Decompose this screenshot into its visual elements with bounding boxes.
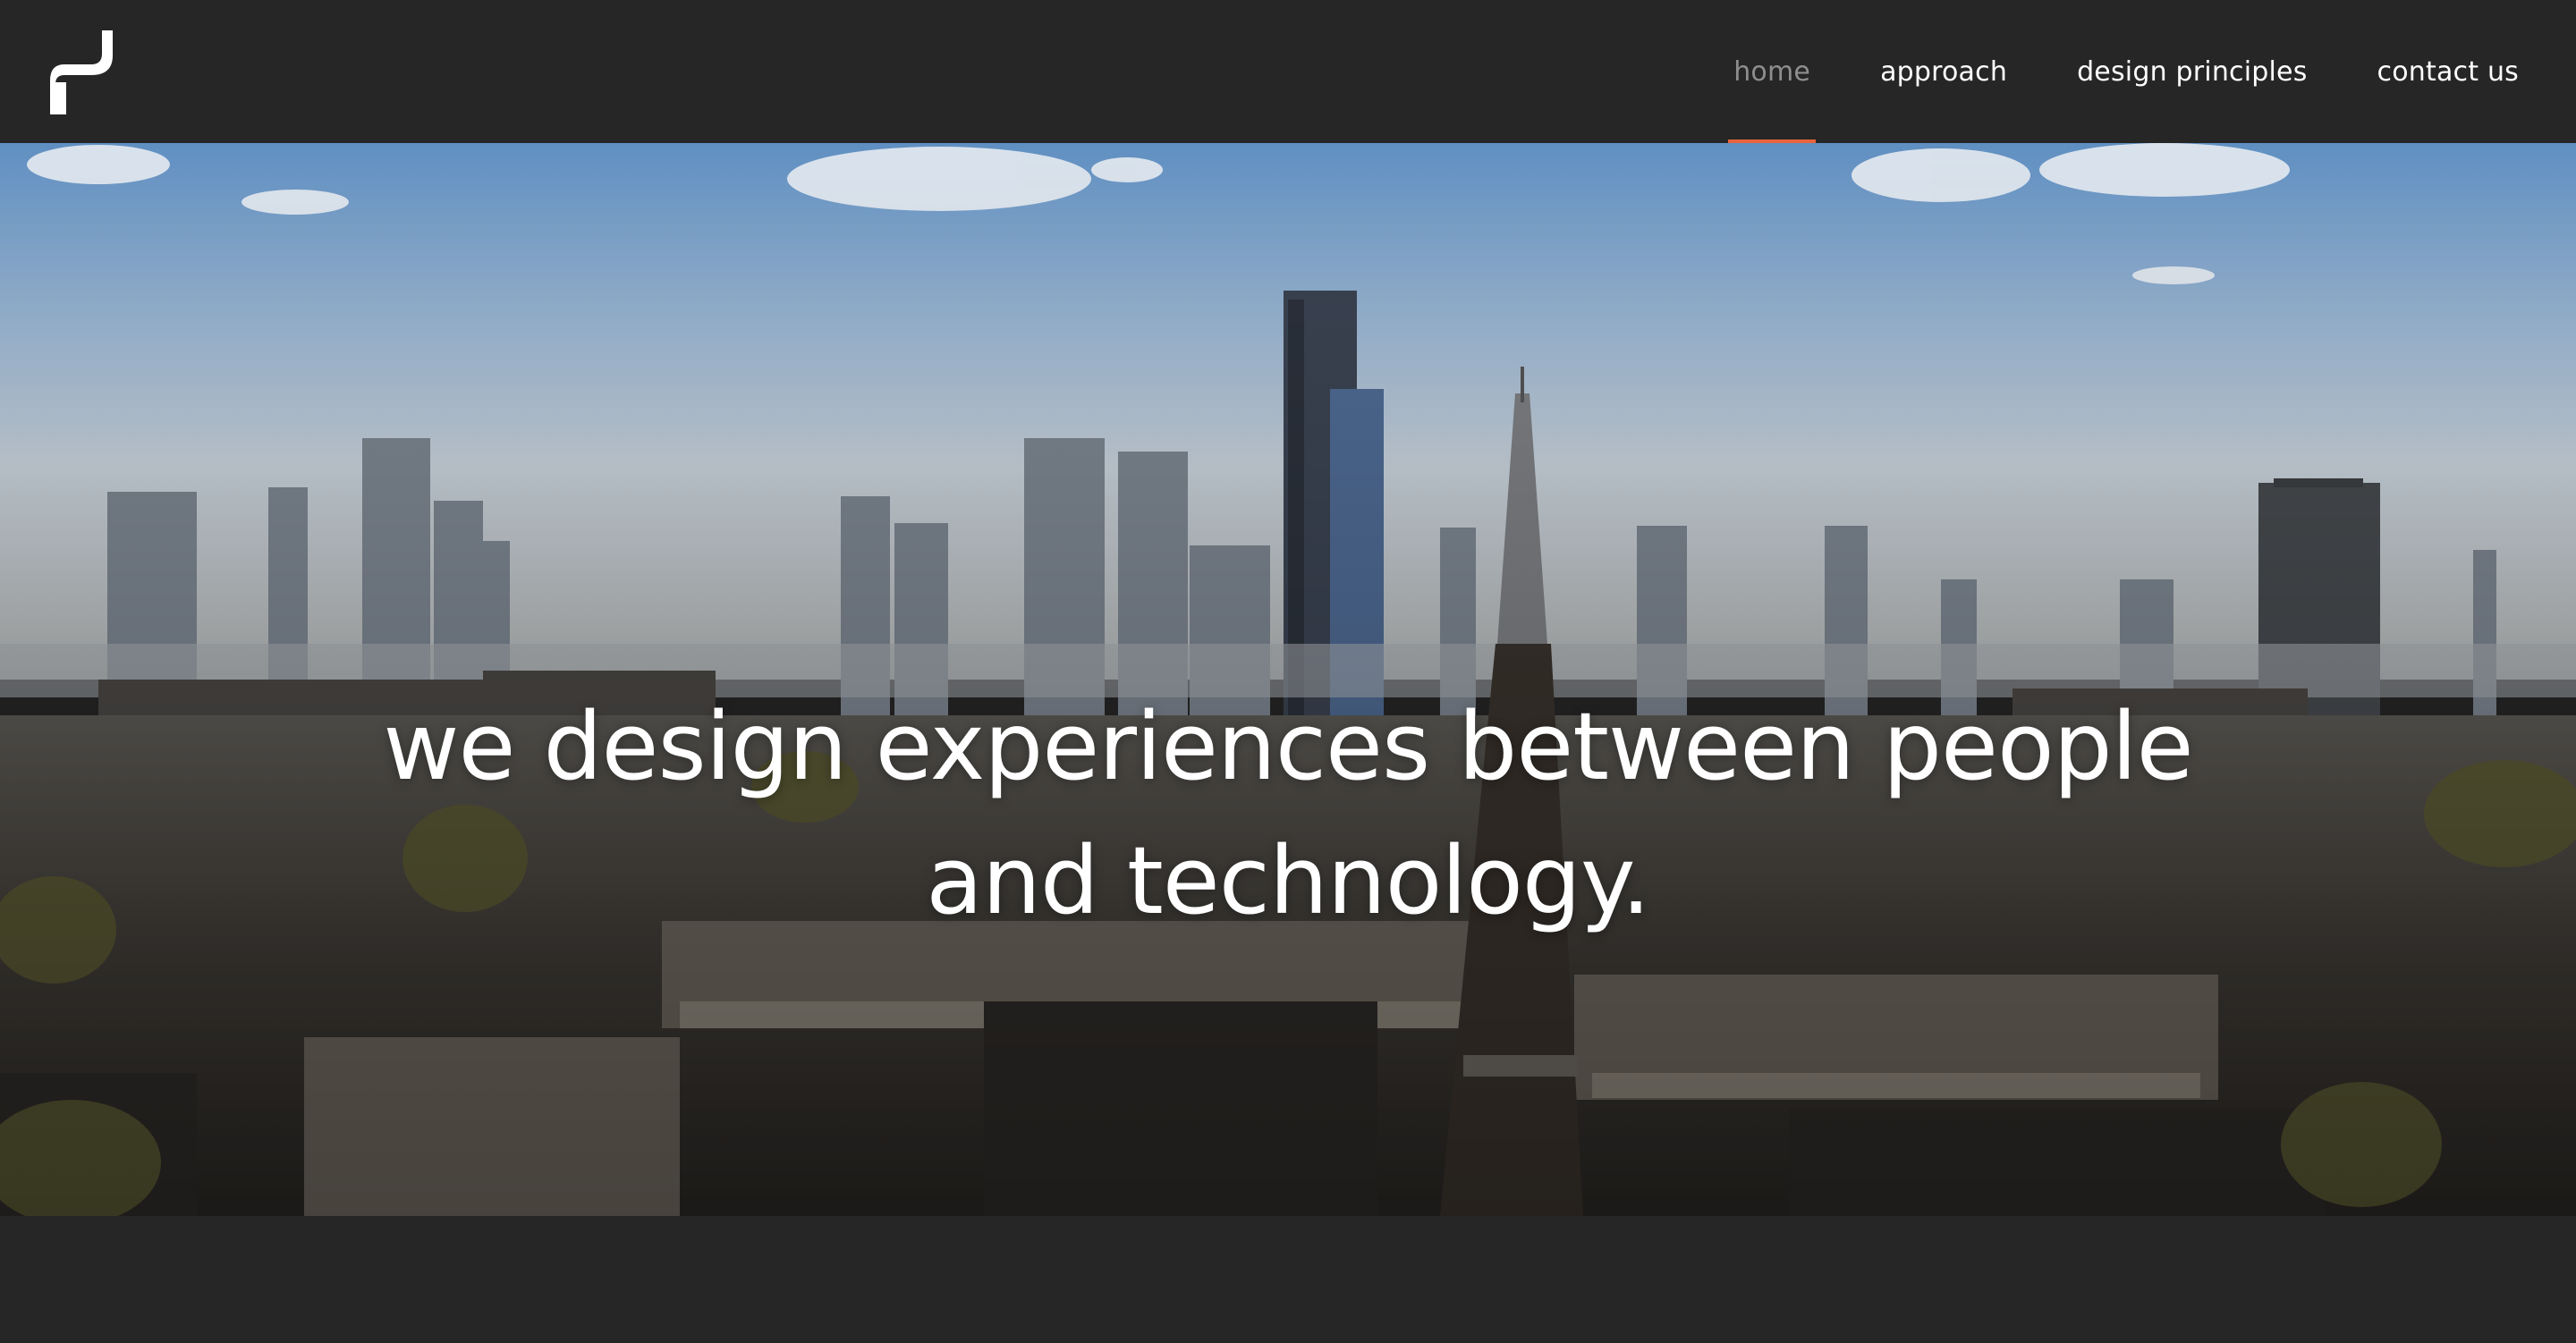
hero-headline: we design experiences between people and… [0, 680, 2576, 948]
bottom-band [0, 1216, 2576, 1343]
nav-design-principles[interactable]: design principles [2077, 0, 2307, 143]
logo-mark-icon [50, 30, 113, 114]
page: home approach design principles contact … [0, 0, 2576, 1343]
hero-headline-line-1: we design experiences between people [383, 692, 2193, 801]
hero-section: we design experiences between people and… [0, 143, 2576, 1216]
main-nav: home approach design principles contact … [1728, 0, 2519, 143]
site-header: home approach design principles contact … [0, 0, 2576, 143]
nav-home[interactable]: home [1728, 0, 1816, 143]
nav-contact-us[interactable]: contact us [2377, 0, 2519, 143]
hero-headline-line-2: and technology. [926, 826, 1650, 935]
nav-approach[interactable]: approach [1880, 0, 2007, 143]
logo[interactable] [50, 29, 122, 114]
